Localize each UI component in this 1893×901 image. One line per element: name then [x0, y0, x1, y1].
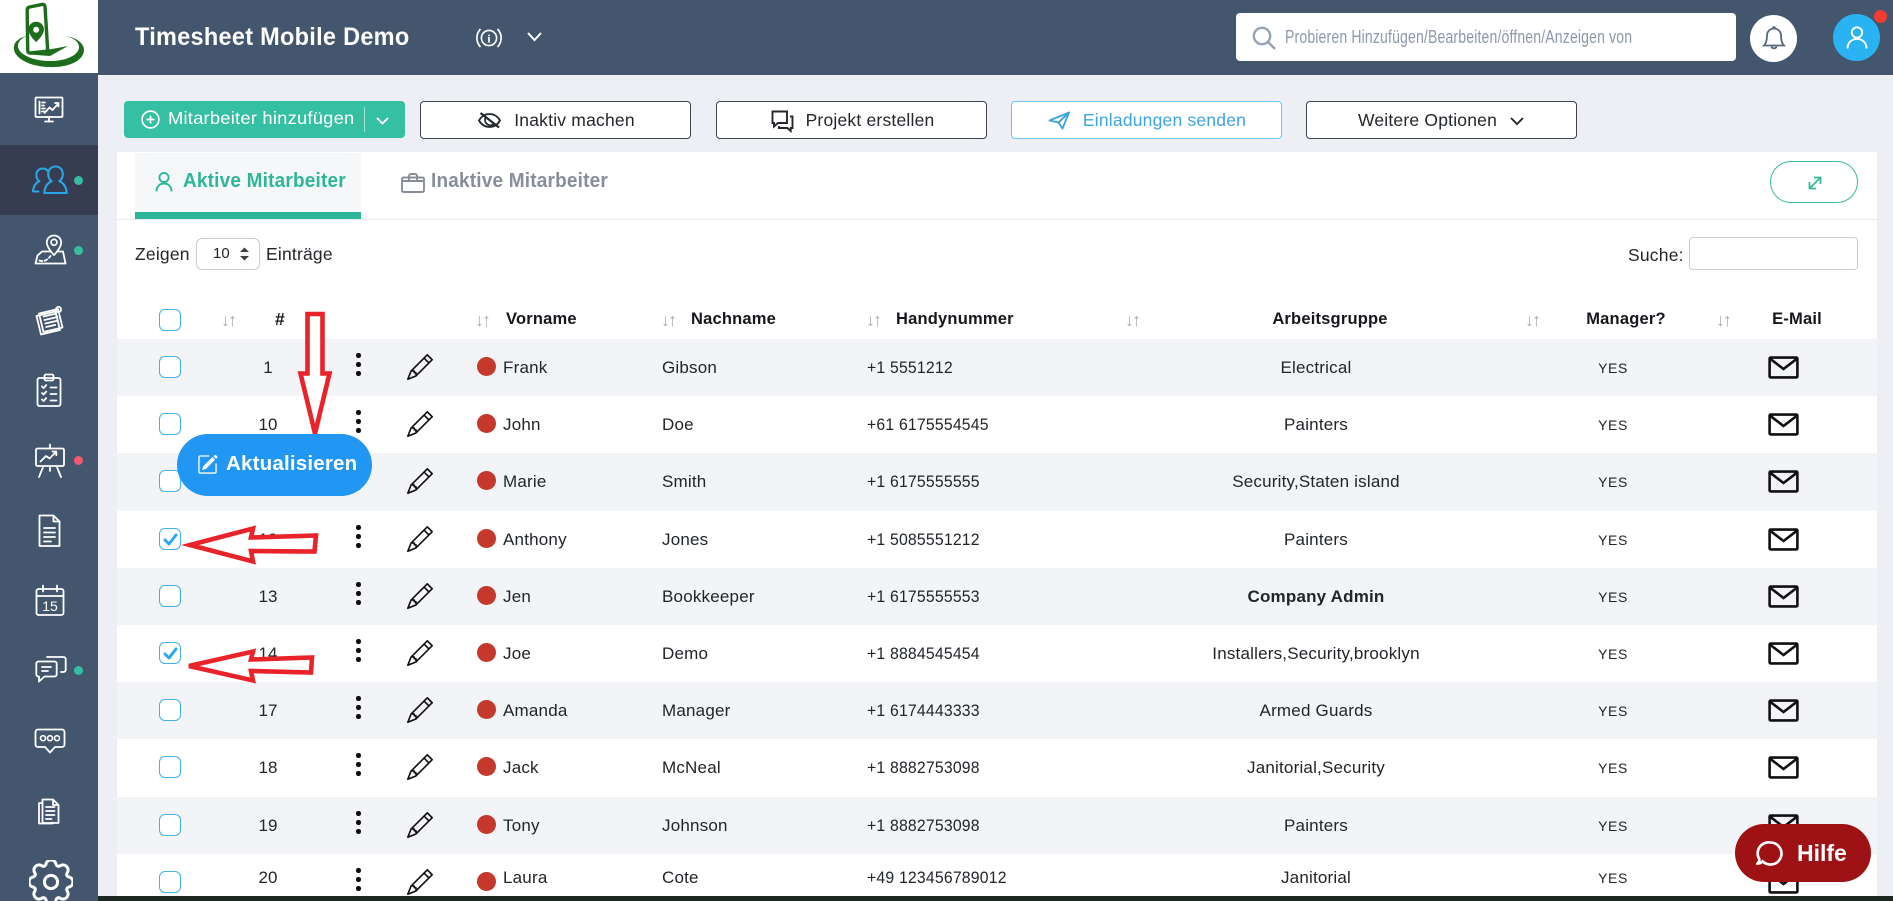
svg-text:15: 15	[42, 598, 58, 614]
svg-text:i: i	[487, 33, 491, 45]
